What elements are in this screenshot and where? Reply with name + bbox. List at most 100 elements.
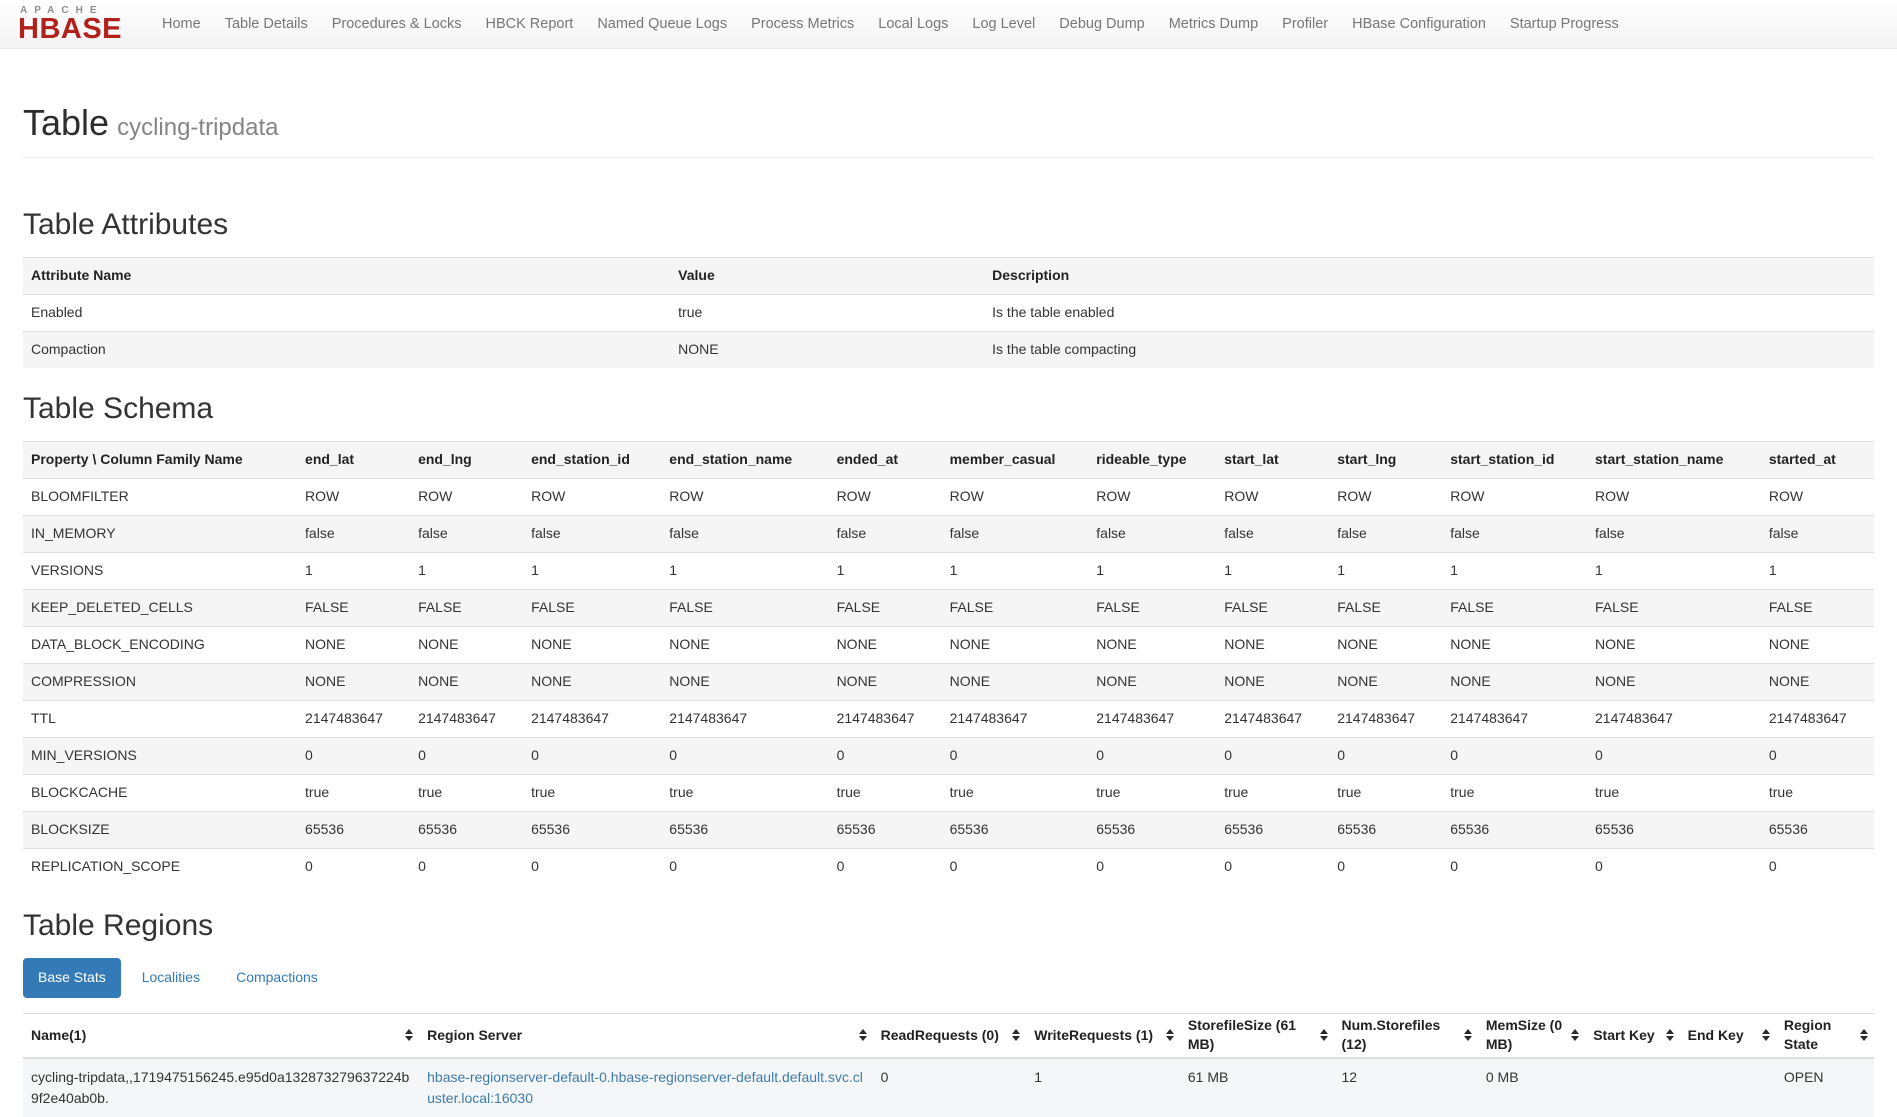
sort-icon[interactable]	[859, 1029, 867, 1041]
schema-row-min-versions: MIN_VERSIONS000000000000	[23, 737, 1874, 774]
region-read-requests-cell: 0	[873, 1058, 1027, 1117]
region-server-link[interactable]: hbase-regionserver-default-0.hbase-regio…	[427, 1069, 863, 1106]
sort-icon[interactable]	[1464, 1029, 1472, 1041]
schema-value-cell: true	[523, 774, 661, 811]
regions-col-region-state[interactable]: Region State	[1776, 1013, 1874, 1058]
schema-value-cell: 1	[297, 553, 410, 590]
schema-value-cell: ROW	[523, 479, 661, 516]
nav-item-process-metrics: Process Metrics	[739, 0, 866, 48]
region-num-storefiles-cell: 12	[1334, 1058, 1478, 1117]
sort-icon[interactable]	[1860, 1029, 1868, 1041]
sort-icon[interactable]	[1666, 1029, 1674, 1041]
schema-value-cell: FALSE	[1329, 590, 1442, 627]
schema-row-blocksize: BLOCKSIZE6553665536655366553665536655366…	[23, 811, 1874, 848]
schema-value-cell: 2147483647	[297, 700, 410, 737]
regions-col-writerequests-1[interactable]: WriteRequests (1)	[1026, 1013, 1180, 1058]
logo-hbase-text: HBASE	[18, 16, 122, 42]
schema-value-cell: NONE	[523, 626, 661, 663]
sort-down-arrow	[405, 1036, 413, 1041]
schema-value-cell: 0	[829, 848, 942, 884]
schema-value-cell: false	[1216, 516, 1329, 553]
nav-link-metrics-dump[interactable]: Metrics Dump	[1157, 0, 1270, 48]
nav-link-log-level[interactable]: Log Level	[960, 0, 1047, 48]
tab-link-localities[interactable]: Localities	[127, 958, 215, 998]
schema-row-blockcache: BLOCKCACHEtruetruetruetruetruetruetruetr…	[23, 774, 1874, 811]
regions-col-end-key[interactable]: End Key	[1680, 1013, 1776, 1058]
schema-value-cell: FALSE	[297, 590, 410, 627]
schema-value-cell: 0	[1442, 737, 1587, 774]
schema-value-cell: true	[829, 774, 942, 811]
schema-family-start-station-id: start_station_id	[1442, 442, 1587, 479]
regions-col-storefilesize-61-mb[interactable]: StorefileSize (61 MB)	[1180, 1013, 1334, 1058]
sort-icon[interactable]	[1762, 1029, 1770, 1041]
nav-link-procedures-locks[interactable]: Procedures & Locks	[320, 0, 474, 48]
schema-value-cell: 0	[297, 737, 410, 774]
sort-icon[interactable]	[1012, 1029, 1020, 1041]
sort-icon[interactable]	[405, 1029, 413, 1041]
hbase-logo[interactable]: APACHE HBASE	[18, 6, 122, 43]
nav-item-log-level: Log Level	[960, 0, 1047, 48]
schema-value-cell: FALSE	[1216, 590, 1329, 627]
sort-down-arrow	[1464, 1036, 1472, 1041]
sort-icon[interactable]	[1166, 1029, 1174, 1041]
schema-family-start-lat: start_lat	[1216, 442, 1329, 479]
nav-link-home[interactable]: Home	[150, 0, 213, 48]
schema-property-cell: BLOCKCACHE	[23, 774, 297, 811]
region-server-cell: hbase-regionserver-default-0.hbase-regio…	[419, 1058, 873, 1117]
sort-up-arrow	[1012, 1029, 1020, 1034]
schema-value-cell: NONE	[1587, 626, 1761, 663]
schema-value-cell: 2147483647	[1088, 700, 1216, 737]
regions-col-name-1[interactable]: Name(1)	[23, 1013, 419, 1058]
schema-property-cell: IN_MEMORY	[23, 516, 297, 553]
nav-link-process-metrics[interactable]: Process Metrics	[739, 0, 866, 48]
schema-row-in-memory: IN_MEMORYfalsefalsefalsefalsefalsefalsef…	[23, 516, 1874, 553]
regions-col-num-storefiles-12[interactable]: Num.Storefiles (12)	[1334, 1013, 1478, 1058]
schema-value-cell: NONE	[1761, 663, 1874, 700]
region-name-cell: cycling-tripdata,,1719475156245.e95d0a13…	[23, 1058, 419, 1117]
sort-up-arrow	[1762, 1029, 1770, 1034]
page-title-table-name: cycling-tripdata	[117, 114, 278, 141]
attributes-col-value: Value	[670, 258, 984, 295]
regions-col-region-server[interactable]: Region Server	[419, 1013, 873, 1058]
sort-up-arrow	[1464, 1029, 1472, 1034]
region-row: cycling-tripdata,,1719475156245.e95d0a13…	[23, 1058, 1874, 1117]
nav-link-hbase-configuration[interactable]: HBase Configuration	[1340, 0, 1498, 48]
attribute-row-compaction: CompactionNONEIs the table compacting	[23, 332, 1874, 368]
nav-link-hbck-report[interactable]: HBCK Report	[473, 0, 585, 48]
schema-value-cell: 1	[523, 553, 661, 590]
schema-property-cell: TTL	[23, 700, 297, 737]
schema-value-cell: false	[1088, 516, 1216, 553]
tab-link-compactions[interactable]: Compactions	[221, 958, 333, 998]
regions-col-start-key[interactable]: Start Key	[1585, 1013, 1679, 1058]
schema-property-cell: MIN_VERSIONS	[23, 737, 297, 774]
region-mem-size-cell: 0 MB	[1478, 1058, 1585, 1117]
sort-icon[interactable]	[1571, 1029, 1579, 1041]
nav-link-local-logs[interactable]: Local Logs	[866, 0, 960, 48]
schema-value-cell: NONE	[661, 626, 828, 663]
sort-icon[interactable]	[1320, 1029, 1328, 1041]
schema-value-cell: 65536	[661, 811, 828, 848]
regions-col-memsize-0-mb[interactable]: MemSize (0 MB)	[1478, 1013, 1585, 1058]
nav-link-profiler[interactable]: Profiler	[1270, 0, 1340, 48]
nav-link-debug-dump[interactable]: Debug Dump	[1047, 0, 1156, 48]
schema-value-cell: 1	[1216, 553, 1329, 590]
schema-property-cell: VERSIONS	[23, 553, 297, 590]
schema-value-cell: 0	[1587, 737, 1761, 774]
schema-value-cell: 1	[829, 553, 942, 590]
nav-link-table-details[interactable]: Table Details	[213, 0, 320, 48]
schema-value-cell: 0	[523, 848, 661, 884]
attributes-header-row: Attribute NameValueDescription	[23, 258, 1874, 295]
schema-value-cell: 1	[1088, 553, 1216, 590]
sort-down-arrow	[1666, 1036, 1674, 1041]
sort-up-arrow	[405, 1029, 413, 1034]
sort-up-arrow	[1860, 1029, 1868, 1034]
schema-value-cell: 1	[1587, 553, 1761, 590]
schema-value-cell: 0	[942, 737, 1089, 774]
nav-link-startup-progress[interactable]: Startup Progress	[1498, 0, 1631, 48]
nav-item-startup-progress: Startup Progress	[1498, 0, 1631, 48]
tab-link-base-stats[interactable]: Base Stats	[23, 958, 121, 998]
regions-col-label: Start Key	[1593, 1027, 1654, 1043]
schema-value-cell: 1	[661, 553, 828, 590]
nav-link-named-queue-logs[interactable]: Named Queue Logs	[585, 0, 739, 48]
regions-col-readrequests-0[interactable]: ReadRequests (0)	[873, 1013, 1027, 1058]
